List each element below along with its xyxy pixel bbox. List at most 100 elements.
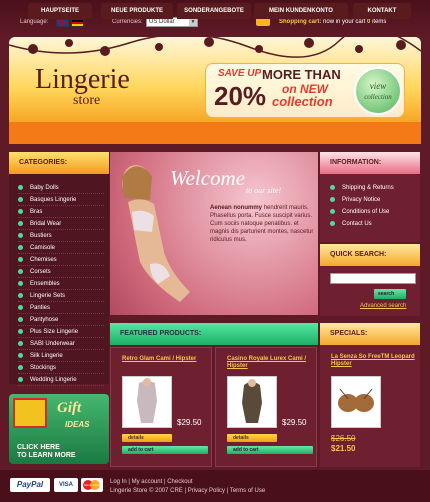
- flag-uk-icon[interactable]: [56, 19, 69, 27]
- category-item[interactable]: Camisole: [18, 242, 104, 254]
- cart-items-label: items: [372, 19, 387, 25]
- logo-store[interactable]: store: [73, 93, 100, 109]
- product-card: Retro Glam Cami / Hipster $29.50 details…: [110, 347, 212, 467]
- category-item[interactable]: Pantyhose: [18, 314, 104, 326]
- bullet-icon: [330, 197, 335, 202]
- nav-item-mein-kundenkonto[interactable]: MEIN KUNDENKONTO: [254, 3, 348, 19]
- gift-ideas-banner[interactable]: Gift IDEAS CLICK HERE TO LEARN MORE: [9, 394, 109, 464]
- add-to-cart-button[interactable]: add to cart: [122, 446, 208, 454]
- privacy-policy-link[interactable]: Privacy Policy: [188, 488, 225, 494]
- info-link[interactable]: Conditions of Use: [330, 206, 389, 218]
- category-item[interactable]: Bustiers: [18, 230, 104, 242]
- main-nav: [9, 122, 421, 144]
- promo-more: MORE THAN: [262, 67, 341, 82]
- specials-product-image[interactable]: [331, 376, 381, 428]
- bullet-icon: [330, 209, 335, 214]
- category-item[interactable]: Bras: [18, 206, 104, 218]
- login-link[interactable]: Log In: [110, 479, 127, 485]
- my-account-link[interactable]: My account: [132, 479, 163, 485]
- bullet-icon: [18, 209, 23, 214]
- bullet-icon: [18, 365, 23, 370]
- add-to-cart-button[interactable]: add to cart: [227, 446, 313, 454]
- featured-heading: FEATURED PRODUCTS:: [110, 323, 318, 345]
- product-image[interactable]: [122, 376, 172, 428]
- info-link[interactable]: Privacy Notice: [330, 194, 380, 206]
- promo-collection: collection: [272, 94, 333, 109]
- bullet-icon: [18, 329, 23, 334]
- category-item[interactable]: Bridal Wear: [18, 218, 104, 230]
- search-heading: QUICK SEARCH:: [320, 244, 420, 266]
- bullet-icon: [18, 233, 23, 238]
- category-item[interactable]: Baby Dolls: [18, 182, 104, 194]
- category-item[interactable]: SABI Underwear: [18, 338, 104, 350]
- category-item[interactable]: Panties: [18, 302, 104, 314]
- category-item[interactable]: Wedding Lingerie: [18, 374, 104, 386]
- product-image[interactable]: [227, 376, 277, 428]
- category-item[interactable]: Plus Size Lingerie: [18, 326, 104, 338]
- currencies-label: Currencies:: [112, 19, 143, 25]
- specials-image-figure: [338, 388, 374, 412]
- info-link[interactable]: Contact Us: [330, 218, 372, 230]
- details-button[interactable]: details: [122, 434, 172, 442]
- promo-save: SAVE UP: [218, 68, 262, 79]
- welcome-panel: Welcome to our site! Aenean nonummy hend…: [110, 152, 318, 315]
- nav-item-hauptseite[interactable]: HAUPTSEITE: [28, 3, 92, 19]
- advanced-search-link[interactable]: Advanced search: [360, 303, 406, 309]
- logo-lingerie[interactable]: Lingerie: [35, 64, 130, 96]
- cart-count: 0: [367, 19, 371, 25]
- view-collection-badge[interactable]: view collection: [354, 67, 402, 115]
- bullet-icon: [18, 257, 23, 262]
- bullet-icon: [18, 245, 23, 250]
- category-item[interactable]: Basques Lingerie: [18, 194, 104, 206]
- product-link[interactable]: Casino Royale Lurex Cami / Hipster: [227, 356, 311, 370]
- bullet-icon: [18, 269, 23, 274]
- gift-cta-2: TO LEARN MORE: [17, 452, 76, 459]
- category-item[interactable]: Stockings: [18, 362, 104, 374]
- specials-heading: SPECIALS:: [320, 323, 420, 345]
- promo-banner[interactable]: SAVE UP MORE THAN 20% on NEW collection …: [205, 63, 405, 118]
- bullet-icon: [18, 221, 23, 226]
- copyright: Lingerie Store © 2007 CRE: [110, 488, 183, 494]
- bullet-icon: [18, 377, 23, 382]
- product-image-figure: [137, 378, 157, 423]
- specials-old-price: $26.50: [331, 434, 356, 443]
- mastercard-icon: MasterCard: [81, 478, 103, 492]
- specials-product-link[interactable]: La Senza So FreeTM Leopard Hipster: [331, 354, 415, 368]
- product-image-figure: [242, 379, 262, 423]
- nav-item-kontakt[interactable]: KONTAKT: [353, 3, 411, 19]
- paypal-icon: PayPal: [10, 478, 50, 492]
- bullet-icon: [18, 293, 23, 298]
- chevron-down-icon: ▼: [189, 18, 197, 26]
- welcome-subtitle: to our site!: [246, 186, 282, 195]
- flag-de-icon[interactable]: [71, 19, 84, 27]
- category-item[interactable]: Ensembles: [18, 278, 104, 290]
- cart-text: now in your cart: [323, 19, 366, 25]
- category-item[interactable]: Silk Lingerie: [18, 350, 104, 362]
- terms-of-use-link[interactable]: Terms of Use: [230, 488, 265, 494]
- footer-links: Log In | My account | Checkout: [110, 479, 193, 485]
- specials-new-price: $21.50: [331, 444, 356, 453]
- category-item[interactable]: Corsets: [18, 266, 104, 278]
- cart-status[interactable]: Shopping cart: now in your cart 0 items: [279, 19, 386, 25]
- info-link[interactable]: Shipping & Returns: [330, 182, 394, 194]
- bullet-icon: [330, 221, 335, 226]
- footer-legal: Lingerie Store © 2007 CRE | Privacy Poli…: [110, 488, 266, 494]
- category-item[interactable]: Chemises: [18, 254, 104, 266]
- bullet-icon: [330, 185, 335, 190]
- nav-item-neue-produkte[interactable]: NEUE PRODUKTE: [101, 3, 173, 19]
- gift-cta-1: CLICK HERE: [17, 444, 60, 451]
- search-button[interactable]: search: [374, 289, 406, 299]
- category-item[interactable]: Lingerie Sets: [18, 290, 104, 302]
- visa-icon: VISA: [54, 478, 78, 492]
- search-input[interactable]: [330, 273, 416, 284]
- bullet-icon: [18, 353, 23, 358]
- nav-item-sonderangebote[interactable]: SONDERANGEBOTE: [177, 3, 251, 19]
- product-card: Casino Royale Lurex Cami / Hipster $29.5…: [215, 347, 317, 467]
- welcome-text-bold: Aenean nonummy: [210, 205, 263, 211]
- badge-collection: collection: [364, 93, 392, 101]
- product-link[interactable]: Retro Glam Cami / Hipster: [122, 356, 202, 363]
- details-button[interactable]: details: [227, 434, 277, 442]
- cart-label: Shopping cart:: [279, 19, 322, 25]
- badge-view: view: [369, 81, 387, 91]
- checkout-link[interactable]: Checkout: [167, 479, 192, 485]
